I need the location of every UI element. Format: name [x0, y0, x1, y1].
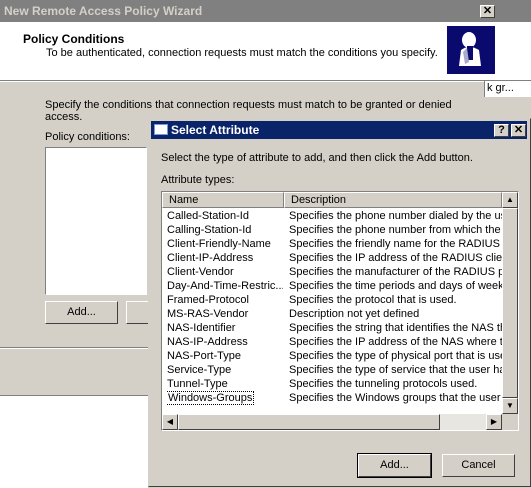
dialog-close-button[interactable]: ✕: [511, 124, 526, 137]
column-header-description-label: Description: [291, 194, 347, 206]
attribute-description: Specifies the friendly name for the RADI…: [289, 238, 502, 250]
attribute-name: Windows-Groups: [167, 391, 255, 405]
wizard-separator-highlight: [0, 348, 148, 349]
attribute-description: Specifies the time periods and days of w…: [289, 280, 502, 292]
background-panel-peek: k gr...: [484, 81, 531, 97]
attribute-name: NAS-Identifier: [167, 322, 236, 334]
attribute-name: MS-RAS-Vendor: [167, 308, 249, 320]
attribute-description: Specifies the manufacturer of the RADIUS…: [289, 266, 502, 278]
attribute-name: NAS-Port-Type: [167, 350, 241, 362]
attribute-description: Description not yet defined: [289, 308, 420, 320]
vertical-scrollbar[interactable]: ▲ ▼: [502, 192, 518, 414]
header-divider: [0, 81, 531, 82]
attribute-description: Specifies the Windows groups that the us…: [289, 392, 502, 404]
attribute-row[interactable]: Client-Vendor Specifies the manufacturer …: [162, 265, 502, 279]
background-peek-text: k gr...: [487, 82, 514, 94]
wizard-header: Policy Conditions To be authenticated, c…: [0, 22, 531, 81]
dialog-window-icon: [154, 124, 168, 135]
help-button[interactable]: ?: [494, 124, 509, 137]
attribute-name: Called-Station-Id: [167, 210, 249, 222]
column-header-name[interactable]: Name: [162, 192, 284, 208]
dialog-instruction: Select the type of attribute to add, and…: [161, 152, 473, 164]
policy-conditions-list[interactable]: [45, 147, 147, 295]
attribute-name: Framed-Protocol: [167, 294, 249, 306]
attribute-description: Specifies the IP address of the NAS wher…: [289, 336, 502, 348]
attribute-row[interactable]: Called-Station-Id Specifies the phone num…: [162, 209, 502, 223]
wizard-header-subtitle: To be authenticated, connection requests…: [46, 47, 438, 59]
wizard-close-button[interactable]: ✕: [480, 5, 495, 18]
attribute-name: Service-Type: [167, 364, 232, 376]
attribute-description: Specifies the type of physical port that…: [289, 350, 502, 362]
attribute-row[interactable]: MS-RAS-Vendor Description not yet defined: [162, 307, 502, 321]
attribute-name: Tunnel-Type: [167, 378, 228, 390]
attribute-row[interactable]: Day-And-Time-Restric... Specifies the tim…: [162, 279, 502, 293]
wizard-title: New Remote Access Policy Wizard: [4, 4, 203, 18]
attribute-name: Client-Friendly-Name: [167, 238, 271, 250]
scroll-right-button[interactable]: ▶: [486, 414, 502, 430]
column-header-name-label: Name: [169, 194, 199, 206]
wizard-edit-button-partial[interactable]: [126, 301, 148, 324]
scroll-down-button[interactable]: ▼: [502, 398, 518, 414]
select-attribute-dialog: Select Attribute ? ✕ Select the type of …: [148, 118, 531, 487]
attribute-row[interactable]: NAS-Port-Type Specifies the type of physi…: [162, 349, 502, 363]
attribute-name: NAS-IP-Address: [167, 336, 248, 348]
wizard-title-bar: New Remote Access Policy Wizard ✕: [0, 0, 531, 22]
dialog-cancel-button[interactable]: Cancel: [442, 454, 515, 477]
policy-conditions-label: Policy conditions:: [45, 131, 130, 143]
attribute-description: Specifies the protocol that is used.: [289, 294, 457, 306]
attribute-name: Client-IP-Address: [167, 252, 254, 264]
attribute-description: Specifies the tunneling protocols used.: [289, 378, 478, 390]
attribute-row[interactable]: Client-IP-Address Specifies the IP addres…: [162, 251, 502, 265]
attribute-name: Client-Vendor: [167, 266, 234, 278]
attribute-description: Specifies the string that identifies the…: [289, 322, 502, 334]
attribute-name: Calling-Station-Id: [167, 224, 252, 236]
wizard-add-button[interactable]: Add...: [45, 301, 118, 324]
attribute-name: Day-And-Time-Restric...: [167, 280, 283, 292]
dialog-title-bar: Select Attribute ? ✕: [151, 121, 527, 139]
attribute-row[interactable]: Service-Type Specifies the type of servic…: [162, 363, 502, 377]
attribute-description: Specifies the phone number dialed by the…: [289, 210, 502, 222]
scroll-corner: [502, 414, 518, 430]
attribute-types-list[interactable]: Name Description Called-Station-Id Specif…: [161, 191, 519, 431]
attribute-row[interactable]: Windows-Groups Specifies the Windows grou…: [162, 391, 502, 405]
attribute-row[interactable]: NAS-Identifier Specifies the string that …: [162, 321, 502, 335]
attribute-row[interactable]: Tunnel-Type Specifies the tunneling proto…: [162, 377, 502, 391]
horizontal-scrollbar[interactable]: ◀ ▶: [162, 414, 502, 430]
attribute-row[interactable]: Framed-Protocol Specifies the protocol th…: [162, 293, 502, 307]
attribute-types-label: Attribute types:: [161, 174, 235, 186]
column-header-description[interactable]: Description: [284, 192, 502, 208]
dialog-add-button-label: Add...: [380, 459, 409, 471]
wizard-add-button-label: Add...: [67, 306, 96, 318]
scroll-up-button[interactable]: ▲: [502, 192, 518, 208]
wizard-footer-panel: [0, 395, 148, 488]
policy-wizard-logo-icon: [447, 26, 495, 74]
dialog-title: Select Attribute: [171, 123, 260, 137]
attribute-description: Specifies the IP address of the RADIUS c…: [289, 252, 502, 264]
attribute-description: Specifies the phone number from which th…: [289, 224, 502, 236]
attribute-description: Specifies the type of service that the u…: [289, 364, 502, 376]
wizard-header-title: Policy Conditions: [23, 32, 125, 46]
dialog-add-button[interactable]: Add...: [357, 453, 432, 478]
scroll-left-button[interactable]: ◀: [162, 414, 178, 430]
attribute-row[interactable]: Client-Friendly-Name Specifies the friend…: [162, 237, 502, 251]
vertical-scroll-thumb[interactable]: [502, 208, 518, 398]
attribute-row[interactable]: NAS-IP-Address Specifies the IP address o…: [162, 335, 502, 349]
wizard-intro-line1: Specify the conditions that connection r…: [45, 99, 452, 111]
attribute-row[interactable]: Calling-Station-Id Specifies the phone nu…: [162, 223, 502, 237]
dialog-cancel-button-label: Cancel: [461, 459, 496, 471]
horizontal-scroll-thumb[interactable]: [178, 414, 440, 430]
